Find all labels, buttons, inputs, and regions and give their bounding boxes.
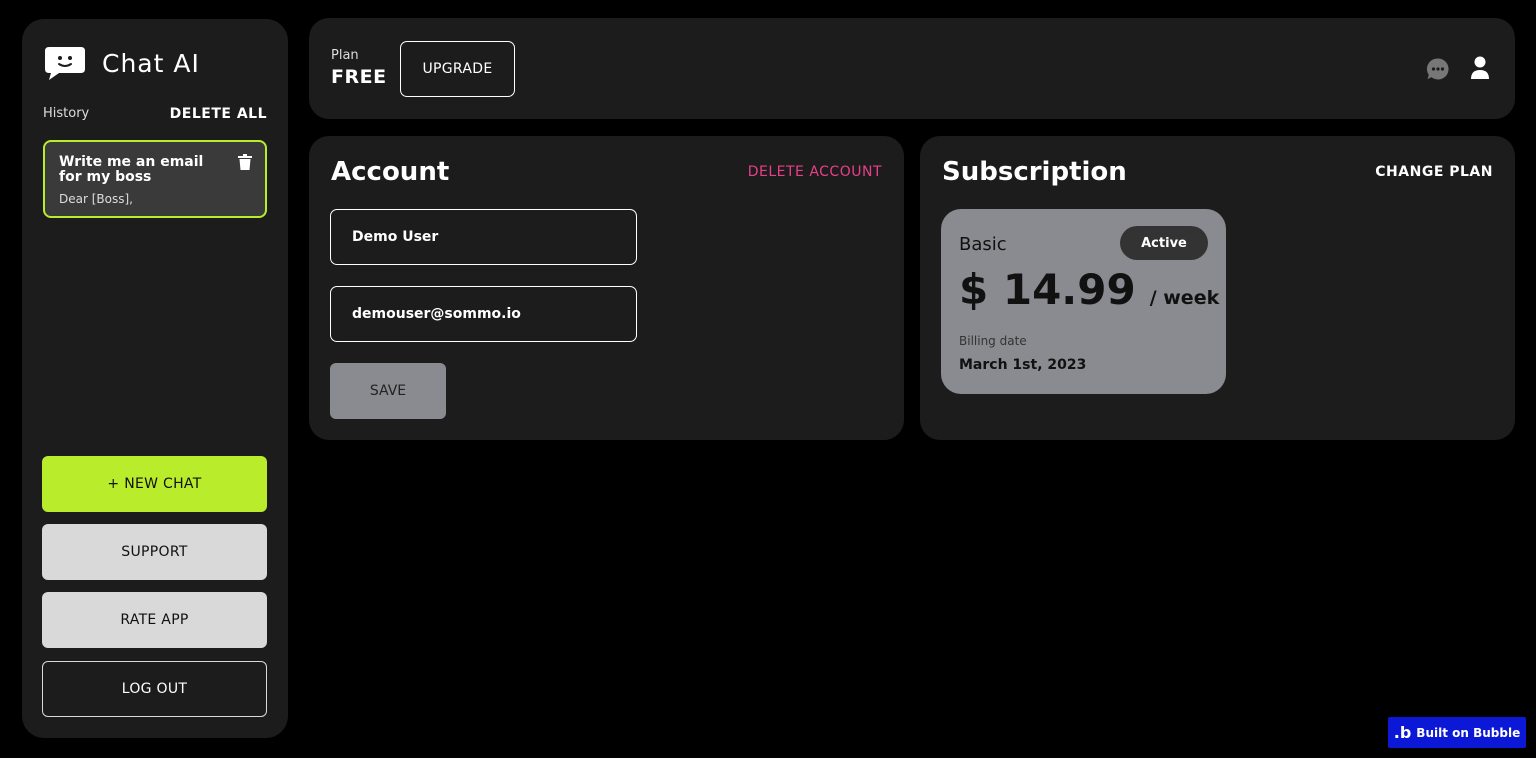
- sidebar: Chat AI History DELETE ALL Write me an e…: [22, 19, 288, 738]
- history-label: History: [43, 106, 90, 121]
- account-title: Account: [331, 157, 450, 187]
- plan-label: Plan: [331, 48, 359, 63]
- brand[interactable]: Chat AI: [43, 45, 200, 81]
- plan-name: Basic: [959, 234, 1007, 255]
- log-out-button[interactable]: LOG OUT: [42, 661, 267, 717]
- history-item-title: Write me an email for my boss: [59, 154, 204, 185]
- built-on-bubble-badge[interactable]: .b Built on Bubble: [1388, 717, 1526, 748]
- user-icon[interactable]: [1470, 56, 1490, 80]
- subscription-title: Subscription: [942, 157, 1127, 187]
- top-bar: Plan FREE UPGRADE: [309, 18, 1515, 119]
- plan-value: FREE: [331, 66, 387, 88]
- chat-bubble-face-icon: [45, 47, 85, 80]
- chat-bubble-dots-icon[interactable]: [1426, 57, 1450, 81]
- brand-name: Chat AI: [102, 48, 200, 78]
- save-button[interactable]: SAVE: [330, 363, 446, 419]
- account-card: Account DELETE ACCOUNT Demo User demouse…: [309, 136, 904, 440]
- upgrade-button[interactable]: UPGRADE: [400, 41, 515, 97]
- delete-all-button[interactable]: DELETE ALL: [170, 106, 267, 122]
- billing-date-value: March 1st, 2023: [959, 357, 1087, 373]
- bubble-badge-label: Built on Bubble: [1416, 725, 1521, 740]
- history-item[interactable]: Write me an email for my boss Dear [Boss…: [43, 140, 267, 218]
- price-row: $ 14.99 / week: [959, 265, 1219, 314]
- email-field[interactable]: demouser@sommo.io: [330, 286, 637, 342]
- plan-price: $ 14.99: [959, 265, 1136, 314]
- plan-period: / week: [1149, 287, 1220, 309]
- name-field[interactable]: Demo User: [330, 209, 637, 265]
- history-item-preview: Dear [Boss],: [59, 192, 133, 206]
- billing-date-label: Billing date: [959, 334, 1027, 348]
- status-badge: Active: [1120, 226, 1208, 260]
- delete-account-button[interactable]: DELETE ACCOUNT: [748, 164, 882, 180]
- trash-icon[interactable]: [238, 154, 252, 170]
- subscription-card: Subscription CHANGE PLAN Basic Active $ …: [920, 136, 1515, 440]
- change-plan-button[interactable]: CHANGE PLAN: [1375, 164, 1493, 180]
- support-button[interactable]: SUPPORT: [42, 524, 267, 580]
- rate-app-button[interactable]: RATE APP: [42, 592, 267, 648]
- new-chat-button[interactable]: + NEW CHAT: [42, 456, 267, 512]
- bubble-logo-icon: .b: [1393, 723, 1412, 742]
- plan-card: Basic Active $ 14.99 / week Billing date…: [941, 209, 1226, 394]
